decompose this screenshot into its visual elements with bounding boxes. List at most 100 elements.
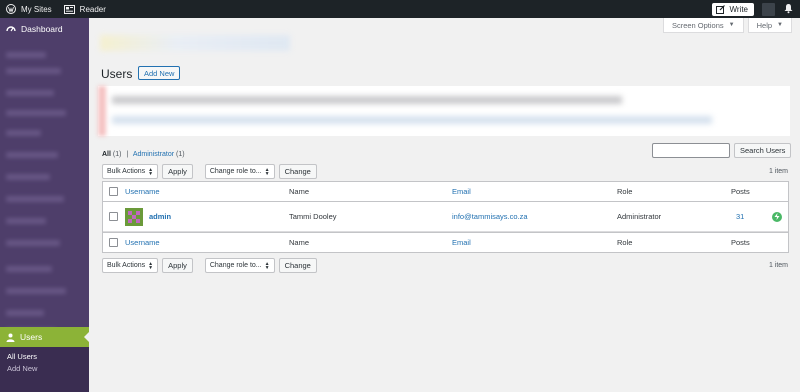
caret-down-icon: ▼: [728, 22, 735, 28]
change-role-select[interactable]: Change role to... ▲ ▼: [204, 258, 275, 273]
change-role-select[interactable]: Change role to... ▲ ▼: [204, 164, 275, 179]
help-label: Help: [756, 20, 773, 30]
screen-options-button[interactable]: Screen Options ▼: [662, 18, 744, 33]
select-arrows-icon: ▲ ▼: [264, 260, 270, 271]
blurred-menu-item: [6, 240, 60, 246]
blurred-menu-item: [6, 68, 61, 74]
submenu-item-all-users[interactable]: All Users: [0, 347, 89, 361]
admin-bar: My Sites Reader Write: [0, 0, 800, 18]
jetpack-status-icon: [772, 202, 782, 231]
posts-count-link[interactable]: 31: [736, 202, 744, 231]
name-cell: Tammi Dooley: [289, 212, 337, 221]
blurred-notice: [100, 35, 290, 51]
role-filter-links: All (1) | Administrator (1): [102, 151, 185, 158]
blurred-menu-item: [6, 266, 52, 272]
wordpress-icon: [6, 4, 16, 14]
caret-down-icon: ▼: [777, 22, 783, 28]
column-name: Name: [289, 238, 310, 247]
users-table: Username Name Email Role Posts admin Tam…: [102, 181, 789, 253]
blurred-menu-item: [6, 174, 50, 180]
dashboard-icon: [6, 24, 16, 34]
username-link[interactable]: admin: [149, 212, 171, 221]
column-role: Role: [617, 238, 633, 247]
filter-all-count: (1): [112, 151, 122, 158]
apply-button[interactable]: Apply: [162, 258, 193, 273]
filter-administrator-link[interactable]: Administrator: [133, 151, 174, 158]
tablenav-bottom: Bulk Actions ▲ ▼ Apply Change role to... …: [102, 258, 317, 273]
write-icon: [716, 4, 726, 14]
column-posts: Posts: [731, 238, 750, 247]
users-icon: [6, 333, 15, 342]
column-email[interactable]: Email: [452, 182, 471, 201]
blurred-menu-item: [6, 310, 44, 316]
screen-meta-links: Screen Options ▼ Help ▼: [662, 18, 792, 33]
blurred-menu-item: [6, 152, 58, 158]
bulk-actions-label: Bulk Actions: [107, 168, 146, 175]
filter-separator: |: [126, 151, 129, 158]
tablenav-top: Bulk Actions ▲ ▼ Apply Change role to... …: [102, 164, 317, 179]
table-header: Username Name Email Role Posts: [103, 182, 788, 202]
search-users-button[interactable]: Search Users: [734, 143, 792, 158]
blurred-menu-item: [6, 90, 54, 96]
change-role-label: Change role to...: [209, 168, 262, 175]
table-row: admin Tammi Dooley info@tammisays.co.za …: [103, 202, 788, 232]
username-cell: admin: [125, 202, 171, 231]
account-avatar[interactable]: [762, 2, 775, 16]
sidebar-item-dashboard[interactable]: Dashboard: [0, 18, 89, 40]
column-name: Name: [289, 187, 310, 196]
select-all-checkbox[interactable]: [109, 182, 118, 201]
change-button[interactable]: Change: [278, 258, 317, 273]
select-all-checkbox[interactable]: [109, 233, 118, 252]
table-footer: Username Name Email Role Posts: [103, 232, 788, 252]
item-count: 1 item: [768, 168, 788, 175]
user-avatar: [125, 207, 143, 226]
search-input[interactable]: [652, 143, 730, 158]
submenu-item-add-new[interactable]: Add New: [0, 361, 89, 375]
notice-stripe: [98, 86, 106, 136]
blurred-menu-item: [6, 196, 64, 202]
change-button[interactable]: Change: [278, 164, 317, 179]
bulk-actions-label: Bulk Actions: [107, 262, 146, 269]
role-cell: Administrator: [617, 212, 662, 221]
users-submenu: All Users Add New: [0, 347, 89, 392]
blurred-admin-notice: [98, 86, 790, 136]
reader-label: Reader: [79, 4, 106, 14]
blurred-text: [112, 116, 712, 124]
bulk-actions-select[interactable]: Bulk Actions ▲ ▼: [102, 258, 159, 273]
blurred-menu-item: [6, 110, 66, 116]
blurred-text: [112, 96, 622, 104]
column-username[interactable]: Username: [125, 233, 160, 252]
row-checkbox[interactable]: [109, 202, 118, 231]
select-arrows-icon: ▲ ▼: [148, 260, 154, 271]
column-posts: Posts: [731, 187, 750, 196]
sidebar-item-label: Dashboard: [21, 24, 63, 34]
sidebar-item-users[interactable]: Users: [0, 327, 89, 347]
reader-link[interactable]: Reader: [58, 0, 112, 18]
filter-administrator-count: (1): [176, 151, 185, 158]
help-button[interactable]: Help ▼: [747, 18, 792, 33]
email-link[interactable]: info@tammisays.co.za: [452, 202, 528, 231]
bulk-actions-select[interactable]: Bulk Actions ▲ ▼: [102, 164, 159, 179]
item-count: 1 item: [768, 262, 788, 269]
my-sites-link[interactable]: My Sites: [0, 0, 58, 18]
column-role: Role: [617, 187, 633, 196]
screen-options-label: Screen Options: [671, 20, 724, 30]
my-sites-label: My Sites: [21, 4, 52, 14]
change-role-label: Change role to...: [209, 262, 262, 269]
apply-button[interactable]: Apply: [162, 164, 193, 179]
blurred-menu-item: [6, 288, 66, 294]
user-search-box: Search Users: [652, 143, 792, 158]
filter-all-link[interactable]: All: [102, 151, 111, 158]
add-new-button[interactable]: Add New: [138, 66, 181, 80]
notifications-icon[interactable]: [783, 3, 794, 16]
page-title: Users: [101, 67, 133, 81]
column-email[interactable]: Email: [452, 233, 471, 252]
blurred-menu-item: [6, 218, 46, 224]
write-button[interactable]: Write: [712, 2, 754, 16]
reader-icon: [63, 4, 75, 14]
sidebar-item-label: Users: [20, 332, 43, 342]
select-arrows-icon: ▲ ▼: [148, 166, 154, 177]
column-username[interactable]: Username: [125, 182, 160, 201]
blurred-menu-item: [6, 52, 46, 58]
write-label: Write: [729, 4, 748, 14]
